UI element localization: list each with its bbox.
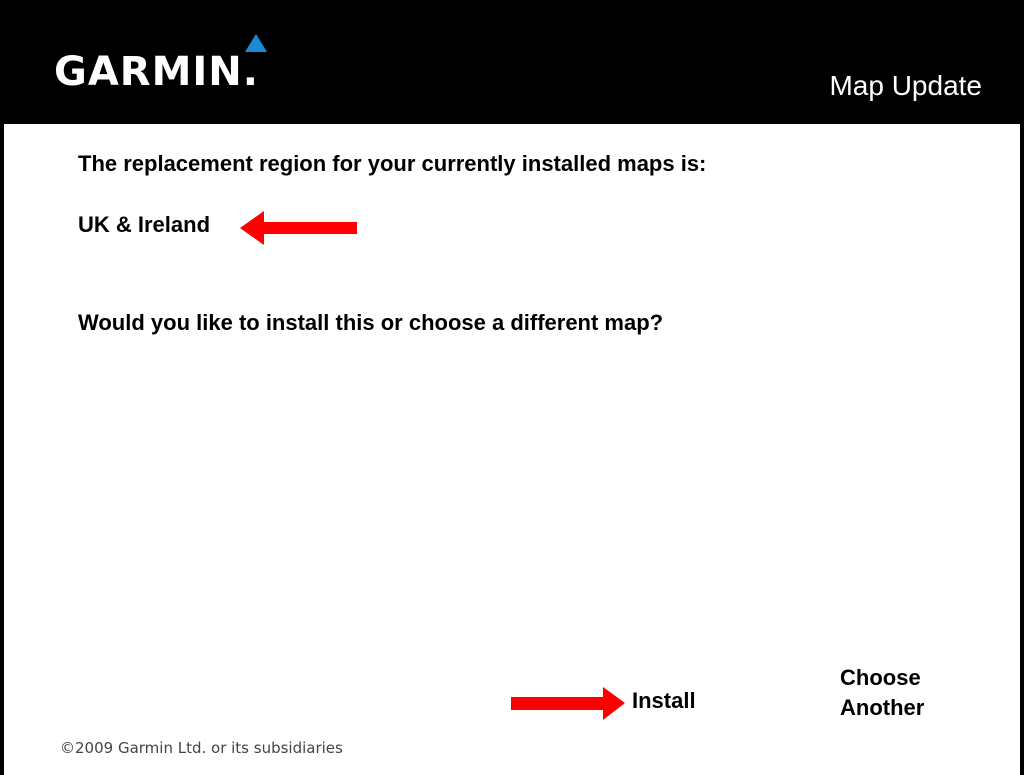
choose-another-button[interactable]: Choose Another xyxy=(840,663,960,723)
choose-another-label-line1: Choose xyxy=(840,665,921,690)
region-name: UK & Ireland xyxy=(78,212,211,237)
copyright-text: ©2009 Garmin Ltd. or its subsidiaries xyxy=(60,739,343,757)
choose-another-label-line2: Another xyxy=(840,695,925,720)
page-title: Map Update xyxy=(829,70,982,101)
header-bar: GARMIN. Map Update xyxy=(0,0,1024,124)
red-arrow-left-icon xyxy=(240,211,357,245)
garmin-logo: GARMIN. xyxy=(54,34,294,104)
install-question: Would you like to install this or choose… xyxy=(78,310,664,335)
install-button[interactable]: Install xyxy=(632,690,696,712)
region-prompt: The replacement region for your currentl… xyxy=(78,151,707,176)
red-arrow-right-icon xyxy=(511,687,625,720)
logo-text: GARMIN. xyxy=(54,49,259,95)
